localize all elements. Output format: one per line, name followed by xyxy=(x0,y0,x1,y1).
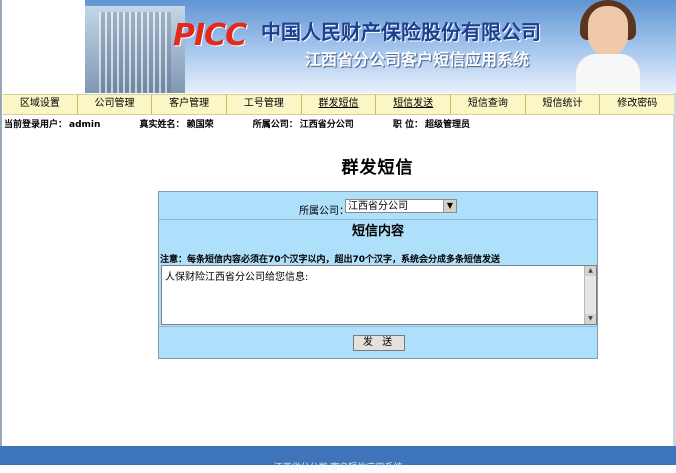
nav-item-sms-query[interactable]: 短信查询 xyxy=(450,95,525,114)
main-nav: 区域设置 公司管理 客户管理 工号管理 群发短信 短信发送 短信查询 短信统计 … xyxy=(3,94,674,115)
nav-item-bulk-sms[interactable]: 群发短信 xyxy=(300,95,376,114)
company-row: 所属公司： 江西省分公司 ▼ xyxy=(159,192,597,220)
nav-item-region-settings[interactable]: 区域设置 xyxy=(3,95,77,114)
login-status-bar: 当前登录用户： admin 真实姓名： 赖国荣 所属公司： 江西省分公司 职 位： 超级… xyxy=(4,117,506,131)
nav-item-customer-management[interactable]: 客户管理 xyxy=(151,95,226,114)
scroll-up-icon[interactable]: ▲ xyxy=(585,266,596,276)
system-title: 江西省分公司客户短信应用系统 xyxy=(305,50,530,69)
company-title: 中国人民财产保险股份有限公司 xyxy=(261,20,541,44)
company-label: 所属公司： xyxy=(252,120,298,130)
footer-text: 江西省分公司 客户短信应用系统 xyxy=(273,463,403,473)
role-label: 职 位： xyxy=(392,120,424,130)
send-row: 发 送 xyxy=(159,326,597,359)
scroll-down-icon[interactable]: ▼ xyxy=(585,314,596,324)
realname-value: 赖国荣 xyxy=(186,120,214,130)
header-banner: PICC 中国人民财产保险股份有限公司 江西省分公司客户短信应用系统 xyxy=(85,0,676,93)
building-image xyxy=(85,6,185,93)
user-label: 当前登录用户： xyxy=(4,120,68,130)
company-select-label: 所属公司： xyxy=(299,206,349,217)
mascot-image xyxy=(570,0,646,93)
message-text: 人保财险江西省分公司给您信息: xyxy=(165,272,309,283)
nav-item-staff-id-management[interactable]: 工号管理 xyxy=(226,95,301,114)
textarea-scrollbar[interactable]: ▲ ▼ xyxy=(584,266,596,324)
nav-item-sms-send[interactable]: 短信发送 xyxy=(375,95,450,114)
length-notice: 注意：每条短信内容必须在70个汉字以内，超出70个汉字，系统会分成多条短信发送 xyxy=(160,255,501,265)
company-select[interactable]: 江西省分公司 ▼ xyxy=(345,199,457,213)
user-value: admin xyxy=(69,120,101,130)
realname-label: 真实姓名： xyxy=(139,120,185,130)
message-textarea[interactable]: 人保财险江西省分公司给您信息: ▲ ▼ xyxy=(161,265,597,325)
left-border xyxy=(0,0,2,465)
send-button[interactable]: 发 送 xyxy=(353,335,405,351)
nav-item-sms-stats[interactable]: 短信统计 xyxy=(524,95,600,114)
app-window: PICC 中国人民财产保险股份有限公司 江西省分公司客户短信应用系统 区域设置 … xyxy=(0,0,676,473)
picc-logo: PICC xyxy=(173,18,247,53)
role-value: 超级管理员 xyxy=(425,120,471,130)
content-heading: 短信内容 xyxy=(351,224,404,239)
nav-item-change-password[interactable]: 修改密码 xyxy=(599,95,674,114)
page-title: 群发短信 xyxy=(341,158,414,178)
company-value: 江西省分公司 xyxy=(299,120,354,130)
footer-bar: 江西省分公司 客户短信应用系统 xyxy=(0,446,676,473)
company-select-value: 江西省分公司 xyxy=(348,201,408,212)
dropdown-arrow-icon[interactable]: ▼ xyxy=(443,200,456,212)
nav-item-company-management[interactable]: 公司管理 xyxy=(76,95,152,114)
bulk-sms-form: 所属公司： 江西省分公司 ▼ 短信内容 注意：每条短信内容必须在70个汉字以内，… xyxy=(158,191,598,359)
